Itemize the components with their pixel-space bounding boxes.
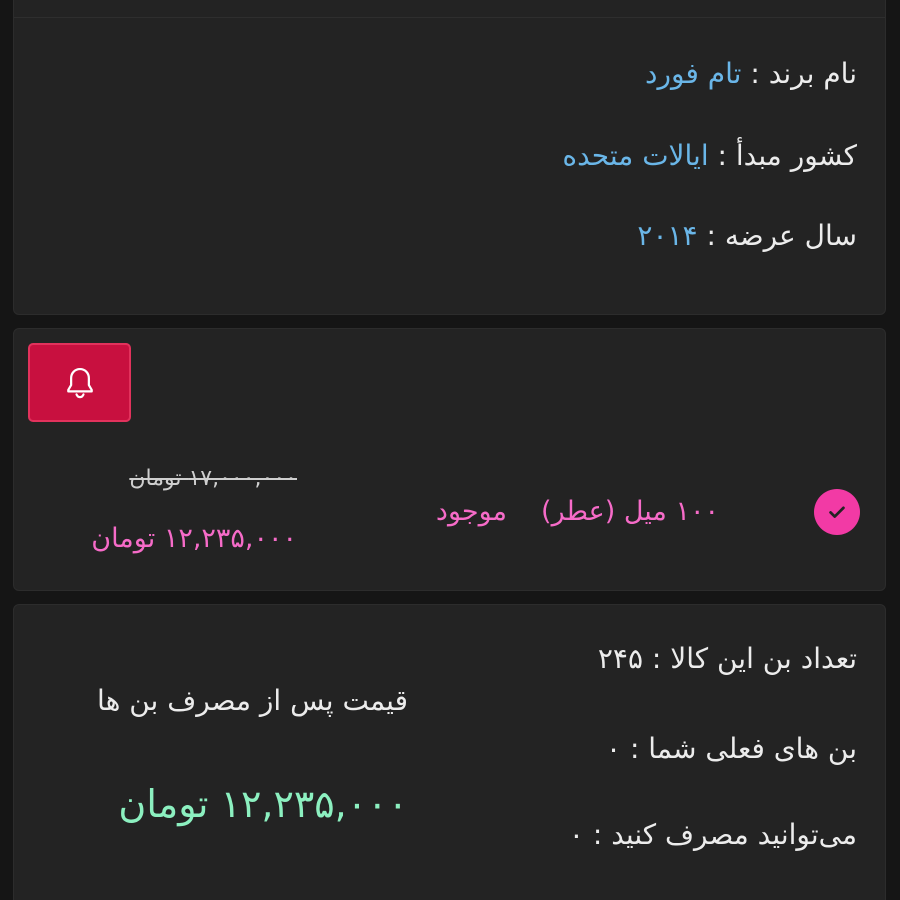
product-spec-card: نام برند : تام فورد کشور مبدأ : ایالات م… [13, 0, 886, 315]
current-bon-label: بن های فعلی شما : [629, 732, 857, 765]
bon-count-row: تعداد بن این کالا : ۲۴۵ [598, 639, 857, 679]
stock-status: موجود [435, 496, 507, 527]
variant-card: ۱۷,۰۰۰,۰۰۰ تومان ۱۲,۲۳۵,۰۰۰ تومان موجود … [13, 328, 886, 591]
bon-card: تعداد بن این کالا : ۲۴۵ بن های فعلی شما … [13, 604, 886, 900]
usable-bon-value: ۰ [568, 818, 584, 851]
usable-bon-row: می‌توانید مصرف کنید : ۰ [569, 815, 857, 855]
brand-row: نام برند : تام فورد [645, 54, 857, 94]
variant-name[interactable]: ۱۰۰ میل (عطر) [541, 492, 719, 532]
current-bon-value: ۰ [606, 732, 622, 765]
check-icon [829, 506, 845, 518]
bell-icon [66, 367, 93, 398]
divider [14, 17, 885, 18]
check-circle-icon[interactable] [814, 489, 860, 535]
bon-count-label: تعداد بن این کالا : [651, 642, 857, 675]
brand-label: نام برند : [750, 57, 857, 90]
country-row: کشور مبدأ : ایالات متحده [562, 136, 857, 176]
price-after-bon-label: قیمت پس از مصرف بن ها [97, 684, 408, 717]
brand-link[interactable]: تام فورد [645, 57, 741, 90]
usable-bon-label: می‌توانید مصرف کنید : [592, 818, 857, 851]
country-value: ایالات متحده [562, 139, 709, 172]
country-label: کشور مبدأ : [717, 139, 857, 172]
price-after-bon: ۱۲,۲۳۵,۰۰۰ تومان [118, 782, 408, 826]
year-label: سال عرضه : [706, 219, 857, 252]
page: نام برند : تام فورد کشور مبدأ : ایالات م… [0, 0, 900, 900]
year-row: سال عرضه : ۲۰۱۴ [637, 216, 857, 256]
current-bon-row: بن های فعلی شما : ۰ [606, 729, 857, 769]
old-price: ۱۷,۰۰۰,۰۰۰ تومان [129, 466, 297, 491]
new-price: ۱۲,۲۳۵,۰۰۰ تومان [91, 523, 297, 554]
year-value: ۲۰۱۴ [637, 219, 698, 252]
bon-count-value: ۲۴۵ [597, 642, 643, 675]
notify-button[interactable] [28, 343, 131, 422]
